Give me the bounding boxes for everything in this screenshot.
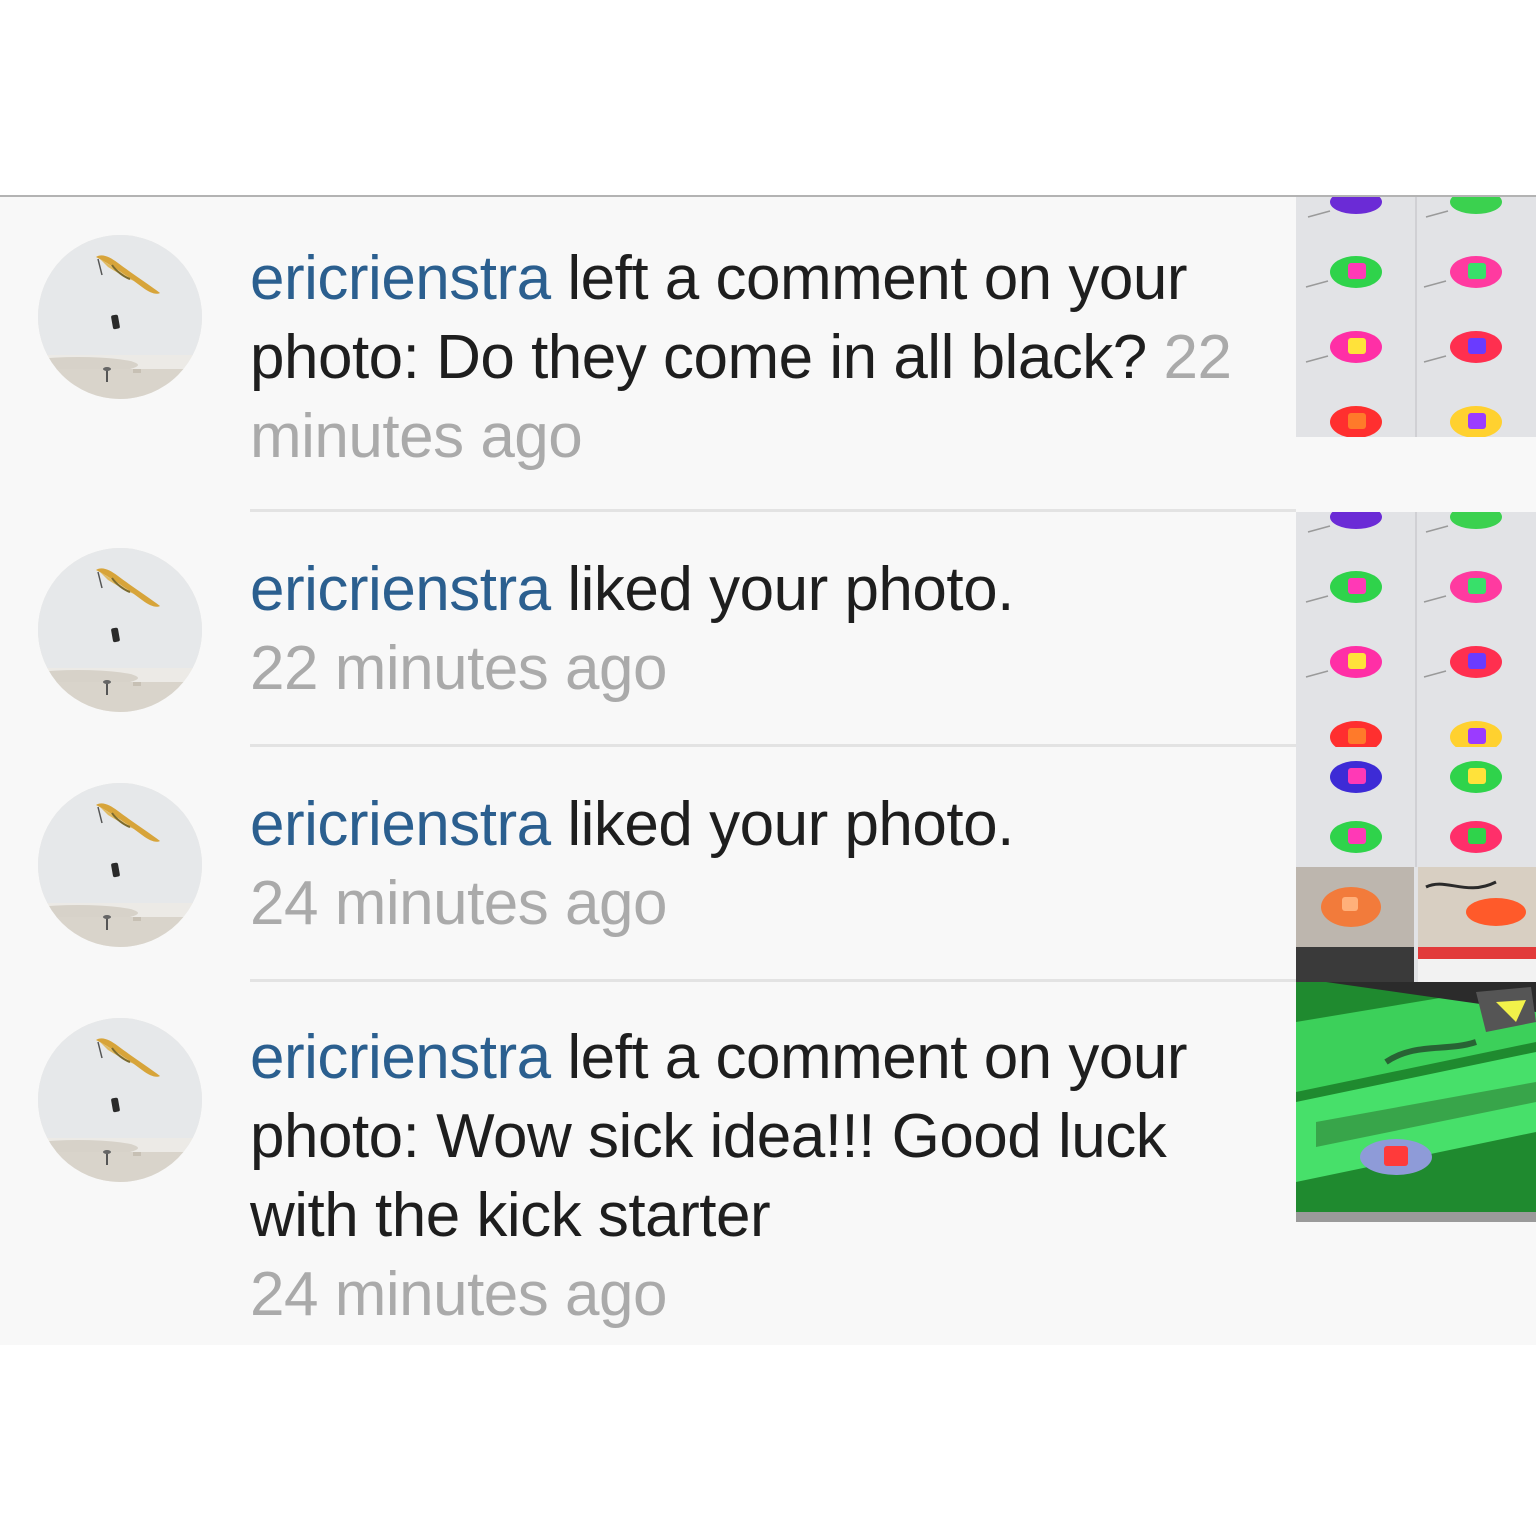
divider — [250, 979, 1296, 982]
notification-text: ericrienstra liked your photo. 22 minute… — [250, 550, 1280, 708]
photo-thumbnail[interactable] — [1296, 197, 1536, 437]
photo-thumbnail[interactable] — [1296, 982, 1536, 1222]
timestamp: 22 minutes ago — [250, 634, 667, 703]
username-link[interactable]: ericrienstra — [250, 790, 551, 859]
kiteboarder-avatar-icon[interactable] — [38, 1018, 202, 1182]
kiteboarder-avatar-icon[interactable] — [38, 783, 202, 947]
notification-item[interactable]: ericrienstra liked your photo. 22 minute… — [0, 509, 1536, 747]
notification-item[interactable]: ericrienstra left a comment on your phot… — [0, 197, 1536, 512]
notification-item[interactable]: ericrienstra liked your photo. 24 minute… — [0, 744, 1536, 982]
photo-thumbnail[interactable] — [1296, 512, 1536, 747]
timestamp: 24 minutes ago — [250, 1260, 667, 1329]
photo-thumbnail[interactable] — [1296, 747, 1536, 982]
kiteboarder-avatar-icon[interactable] — [38, 235, 202, 399]
notification-feed: ericrienstra left a comment on your phot… — [0, 195, 1536, 1345]
divider — [250, 509, 1296, 512]
kiteboarder-avatar-icon[interactable] — [38, 548, 202, 712]
notification-text: ericrienstra left a comment on your phot… — [250, 1018, 1280, 1334]
username-link[interactable]: ericrienstra — [250, 1023, 551, 1092]
timestamp: 24 minutes ago — [250, 869, 667, 938]
notification-action: liked your photo. — [550, 555, 1014, 624]
notification-text: ericrienstra left a comment on your phot… — [250, 239, 1280, 476]
notification-action: liked your photo. — [550, 790, 1014, 859]
divider — [250, 744, 1296, 747]
notification-item[interactable]: ericrienstra left a comment on your phot… — [0, 979, 1536, 1345]
username-link[interactable]: ericrienstra — [250, 244, 551, 313]
username-link[interactable]: ericrienstra — [250, 555, 551, 624]
notification-text: ericrienstra liked your photo. 24 minute… — [250, 785, 1280, 943]
